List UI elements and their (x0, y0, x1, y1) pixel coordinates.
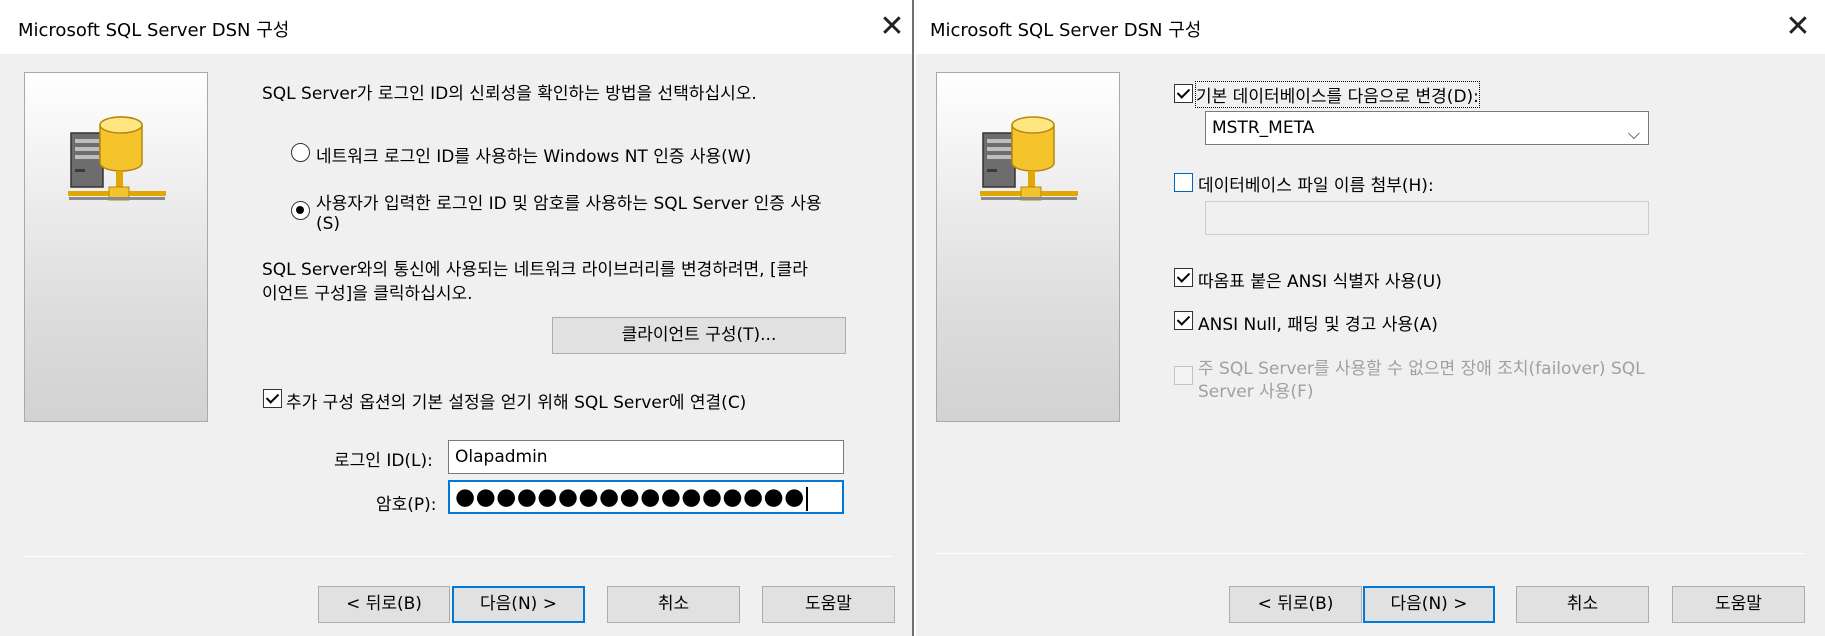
sql-auth-label[interactable]: 사용자가 입력한 로그인 ID 및 암호를 사용하는 SQL Server 인증… (316, 189, 822, 214)
windows-auth-label[interactable]: 네트워크 로그인 ID를 사용하는 Windows NT 인증 사용(W) (316, 142, 751, 167)
password-label: 암호(P): (376, 495, 437, 515)
quoted-identifiers-checkbox[interactable] (1174, 268, 1193, 287)
connect-for-defaults-checkbox[interactable] (263, 389, 282, 408)
cancel-button[interactable]: 취소 (1516, 586, 1649, 623)
failover-checkbox[interactable] (1174, 366, 1193, 385)
database-server-icon (68, 116, 166, 201)
window-title: Microsoft SQL Server DSN 구성 (930, 20, 1202, 41)
button-separator (24, 556, 892, 557)
attach-db-file-input[interactable] (1205, 201, 1649, 235)
dsn-config-dialog-database: Microsoft SQL Server DSN 구성 ✕ 기본 데이터베이스를… (916, 0, 1825, 636)
connect-for-defaults-label[interactable]: 추가 구성 옵션의 기본 설정을 얻기 위해 SQL Server에 연결(C) (286, 388, 746, 413)
close-icon[interactable]: ✕ (1778, 8, 1818, 48)
title-bar: Microsoft SQL Server DSN 구성 ✕ (0, 0, 912, 55)
dsn-config-dialog-auth: Microsoft SQL Server DSN 구성 ✕ SQL Server… (0, 0, 914, 636)
button-separator (936, 553, 1804, 554)
login-id-label: 로그인 ID(L): (334, 451, 433, 471)
back-button[interactable]: < 뒤로(B) (1229, 586, 1362, 623)
window-title: Microsoft SQL Server DSN 구성 (18, 20, 290, 41)
quoted-identifiers-label[interactable]: 따옴표 붙은 ANSI 식별자 사용(U) (1198, 267, 1442, 292)
next-button[interactable]: 다음(N) > (1363, 586, 1495, 623)
database-server-icon (980, 116, 1078, 201)
password-input[interactable]: ●●●●●●●●●●●●●●●●● (448, 480, 844, 514)
attach-db-file-label[interactable]: 데이터베이스 파일 이름 첨부(H): (1198, 171, 1434, 196)
next-button[interactable]: 다음(N) > (452, 586, 585, 623)
title-bar: Microsoft SQL Server DSN 구성 ✕ (916, 0, 1825, 55)
failover-label-line1[interactable]: 주 SQL Server를 사용할 수 없으면 장애 조치(failover) … (1198, 354, 1645, 379)
close-icon[interactable]: ✕ (872, 8, 912, 48)
change-default-db-checkbox[interactable] (1174, 84, 1193, 103)
auth-prompt-text: SQL Server가 로그인 ID의 신뢰성을 확인하는 방법을 선택하십시오… (262, 84, 757, 104)
ansi-nulls-label[interactable]: ANSI Null, 패딩 및 경고 사용(A) (1198, 310, 1438, 335)
windows-auth-radio[interactable] (291, 143, 310, 162)
password-mask: ●●●●●●●●●●●●●●●●● (455, 484, 805, 510)
cancel-button[interactable]: 취소 (607, 586, 740, 623)
sql-auth-label-mnemonic[interactable]: (S) (316, 214, 340, 234)
chevron-down-icon[interactable]: ⌵ (1628, 118, 1640, 144)
sql-auth-radio[interactable] (291, 201, 310, 220)
client-config-button[interactable]: 클라이언트 구성(T)... (552, 317, 846, 354)
network-library-text-line2: 이언트 구성]을 클릭하십시오. (262, 284, 473, 304)
login-id-input[interactable]: Olapadmin (448, 440, 844, 474)
network-library-text-line1: SQL Server와의 통신에 사용되는 네트워크 라이브러리를 변경하려면,… (262, 260, 808, 280)
back-button[interactable]: < 뒤로(B) (318, 586, 450, 623)
text-caret (805, 487, 808, 511)
change-default-db-label[interactable]: 기본 데이터베이스를 다음으로 변경(D): (1195, 81, 1480, 108)
help-button[interactable]: 도움말 (762, 586, 895, 623)
help-button[interactable]: 도움말 (1672, 586, 1805, 623)
default-database-value: MSTR_META (1212, 118, 1315, 138)
server-illustration (24, 72, 208, 422)
failover-label-line2[interactable]: Server 사용(F) (1198, 377, 1313, 402)
attach-db-file-checkbox[interactable] (1174, 173, 1193, 192)
default-database-select[interactable]: MSTR_META ⌵ (1205, 111, 1649, 145)
server-illustration (936, 72, 1120, 422)
ansi-nulls-checkbox[interactable] (1174, 311, 1193, 330)
